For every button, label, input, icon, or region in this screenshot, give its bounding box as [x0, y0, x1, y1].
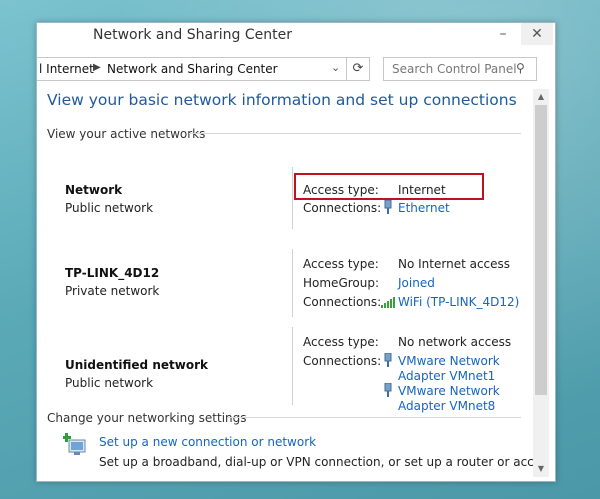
setup-description: Set up a broadband, dial-up or VPN conne… — [99, 455, 533, 469]
vmnet1-connection-link-line2[interactable]: Adapter VMnet1 — [398, 369, 495, 383]
access-type-label: Access type: — [303, 335, 379, 349]
wifi-signal-icon — [381, 297, 395, 308]
setup-new-connection-link[interactable]: Set up a new connection or network — [99, 435, 316, 449]
ethernet-icon — [384, 353, 392, 367]
search-input-placeholder[interactable]: Search Control Panel — [392, 62, 517, 76]
ethernet-icon — [384, 383, 392, 397]
network-category-link[interactable]: Public network — [65, 201, 153, 215]
search-box[interactable]: Search Control Panel ⚲ — [383, 57, 537, 81]
homegroup-label: HomeGroup: — [303, 276, 380, 290]
connections-label: Connections: — [303, 354, 382, 368]
page-title: View your basic network information and … — [47, 91, 517, 109]
scroll-down-icon[interactable]: ▼ — [533, 461, 549, 477]
title-bar[interactable]: Network and Sharing Center – ✕ — [37, 23, 555, 49]
vmnet8-connection-link-line2[interactable]: Adapter VMnet8 — [398, 399, 495, 413]
window-title: Network and Sharing Center — [93, 27, 293, 43]
section-divider — [227, 417, 521, 418]
scrollbar-thumb[interactable] — [535, 105, 547, 395]
access-type-label: Access type: — [303, 257, 379, 271]
breadcrumb-internet[interactable]: l Internet — [39, 62, 94, 76]
breadcrumb-network-sharing-center[interactable]: Network and Sharing Center — [107, 62, 278, 76]
ethernet-icon — [384, 200, 392, 214]
network-name: Unidentified network — [65, 358, 208, 372]
highlight-box — [294, 173, 484, 200]
chevron-right-icon[interactable]: ▶ — [93, 62, 101, 73]
network-divider — [292, 167, 293, 229]
network-name: TP-LINK_4D12 — [65, 266, 160, 280]
search-icon[interactable]: ⚲ — [516, 61, 525, 75]
network-category-link[interactable]: Public network — [65, 376, 153, 390]
chevron-down-icon[interactable]: ⌄ — [331, 61, 340, 74]
content-area: View your basic network information and … — [37, 89, 533, 483]
connections-label: Connections: — [303, 201, 382, 215]
refresh-icon: ⟳ — [352, 61, 364, 76]
refresh-button[interactable]: ⟳ — [346, 57, 370, 81]
vertical-scrollbar[interactable]: ▲ ▼ — [533, 89, 549, 477]
network-name: Network — [65, 183, 123, 197]
vmnet8-connection-link-line1[interactable]: VMware Network — [398, 384, 500, 398]
minimize-icon[interactable]: – — [489, 23, 517, 45]
close-icon[interactable]: ✕ — [521, 23, 553, 45]
networking-settings-section-title: Change your networking settings — [47, 411, 247, 425]
scroll-up-icon[interactable]: ▲ — [533, 89, 549, 105]
address-bar[interactable]: l Internet ▶ Network and Sharing Center … — [37, 57, 367, 81]
homegroup-joined-link[interactable]: Joined — [398, 276, 435, 290]
new-connection-icon — [63, 433, 86, 455]
network-sharing-window: Network and Sharing Center – ✕ l Interne… — [36, 22, 556, 482]
access-type-value: No Internet access — [398, 257, 511, 271]
ethernet-connection-link[interactable]: Ethernet — [398, 201, 450, 215]
access-type-value: No network access — [398, 335, 512, 349]
network-divider — [292, 249, 293, 317]
network-divider — [292, 327, 293, 405]
connections-label: Connections: — [303, 295, 382, 309]
wifi-connection-link[interactable]: WiFi (TP-LINK_4D12) — [398, 295, 519, 309]
active-networks-section-title: View your active networks — [47, 127, 206, 141]
vmnet1-connection-link-line1[interactable]: VMware Network — [398, 354, 500, 368]
network-category-link[interactable]: Private network — [65, 284, 159, 298]
section-divider — [189, 133, 521, 134]
